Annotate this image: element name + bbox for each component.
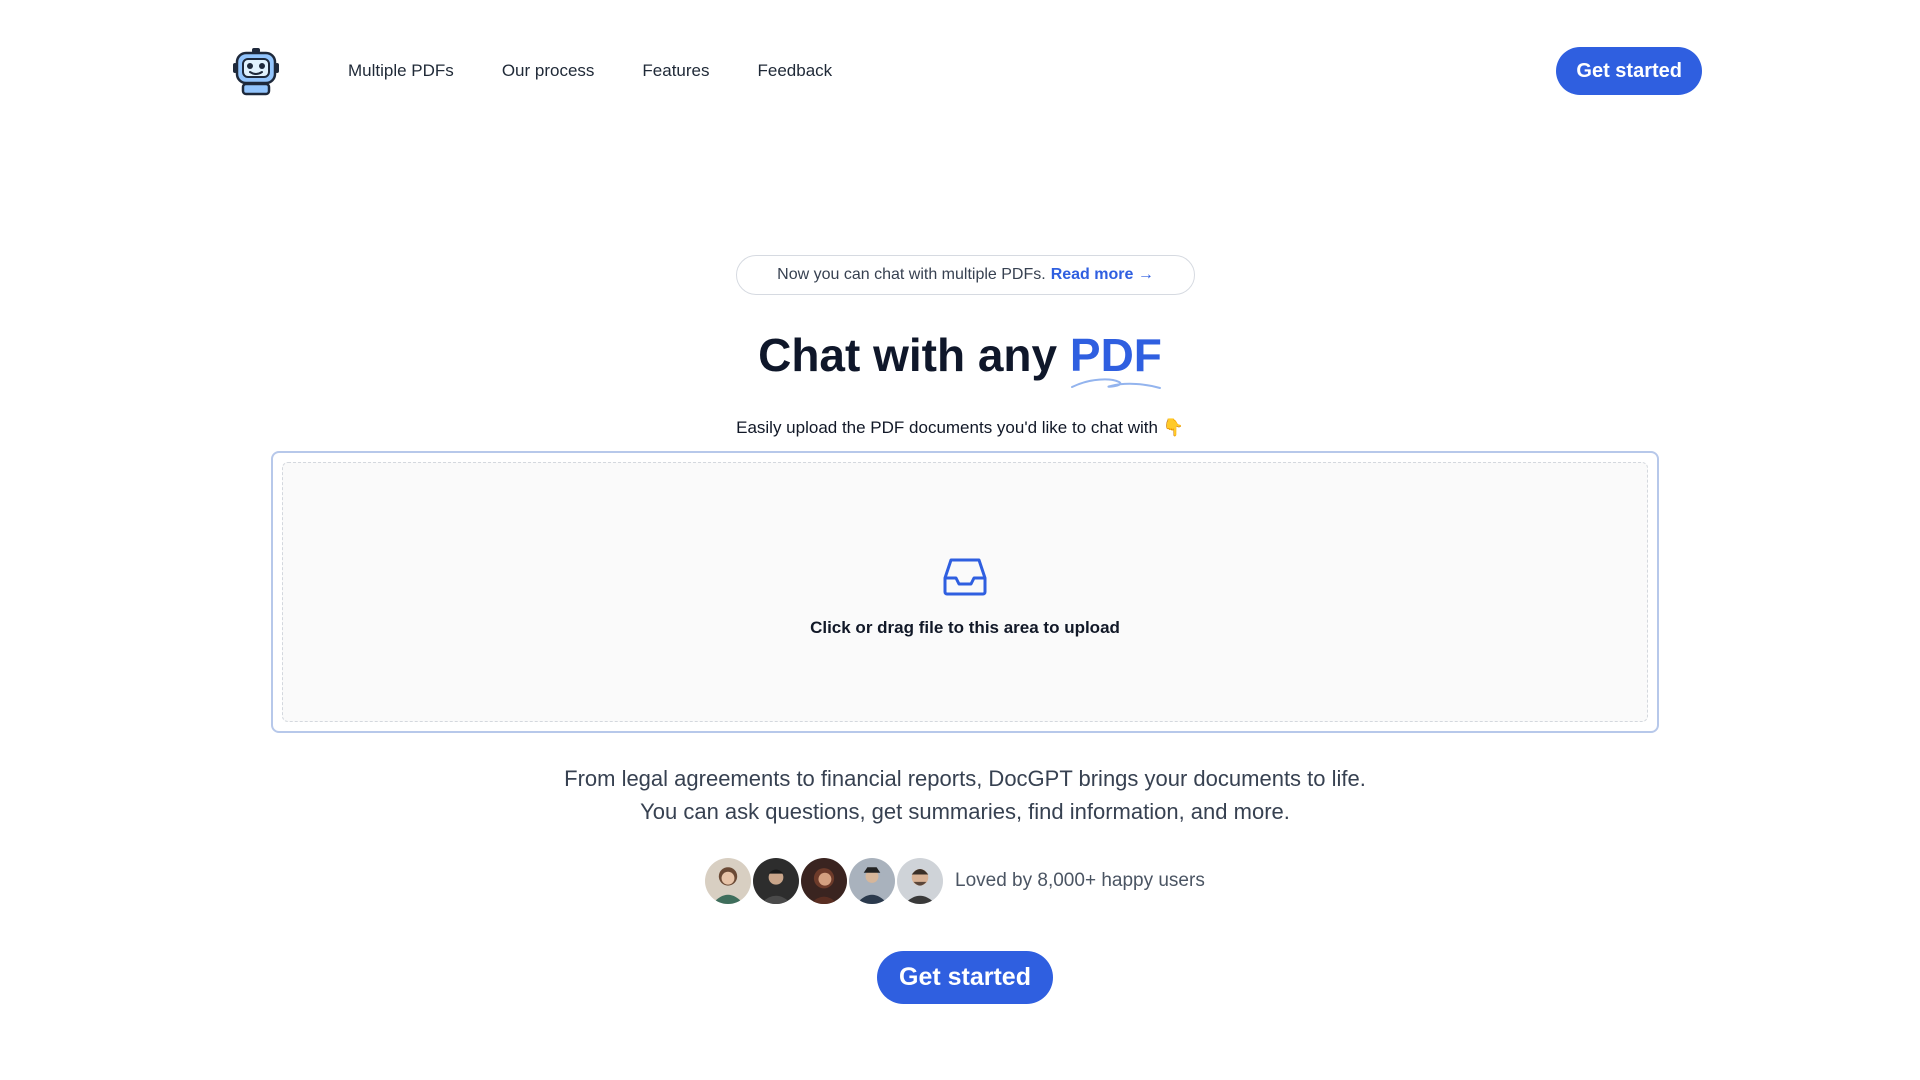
squiggle-underline [1070,378,1161,389]
page-title: Chat with any PDF [0,328,1920,389]
upload-instruction: Click or drag file to this area to uploa… [810,618,1120,637]
upload-dropzone[interactable]: Click or drag file to this area to uploa… [282,462,1648,722]
avatar [847,856,897,906]
logo[interactable] [231,46,281,96]
read-more-link[interactable]: Read more → [1051,266,1154,284]
hero-get-started-button[interactable]: Get started [877,951,1053,1004]
nav-links: Multiple PDFs Our process Features Feedb… [348,61,880,81]
announcement-pill: Now you can chat with multiple PDFs. Rea… [736,255,1195,295]
inbox-icon [943,558,987,596]
title-accent: PDF [1069,328,1162,389]
avatar [751,856,801,906]
avatar [799,856,849,906]
social-proof-text: Loved by 8,000+ happy users [955,870,1205,891]
nav-link-our-process[interactable]: Our process [502,61,595,81]
title-accent-text: PDF [1069,329,1162,381]
avatar [703,856,753,906]
upload-subtitle: Easily upload the PDF documents you'd li… [0,418,1920,438]
hero-description: From legal agreements to financial repor… [564,766,1366,824]
top-nav: Multiple PDFs Our process Features Feedb… [231,46,1702,96]
header-get-started-button[interactable]: Get started [1556,47,1702,95]
subtitle-text: Easily upload the PDF documents you'd li… [736,418,1158,437]
announcement-text: Now you can chat with multiple PDFs. [777,266,1046,283]
nav-link-multiple-pdfs[interactable]: Multiple PDFs [348,61,454,81]
avatar [895,856,945,906]
nav-link-features[interactable]: Features [642,61,709,81]
robot-icon [233,48,279,96]
social-proof: Loved by 8,000+ happy users [703,856,1205,906]
pointing-down-emoji: 👇 [1162,418,1184,437]
avatar-group [703,856,945,906]
upload-dropzone-frame: Click or drag file to this area to uploa… [271,451,1659,733]
title-prefix: Chat with any [758,329,1058,381]
nav-link-feedback[interactable]: Feedback [758,61,833,81]
